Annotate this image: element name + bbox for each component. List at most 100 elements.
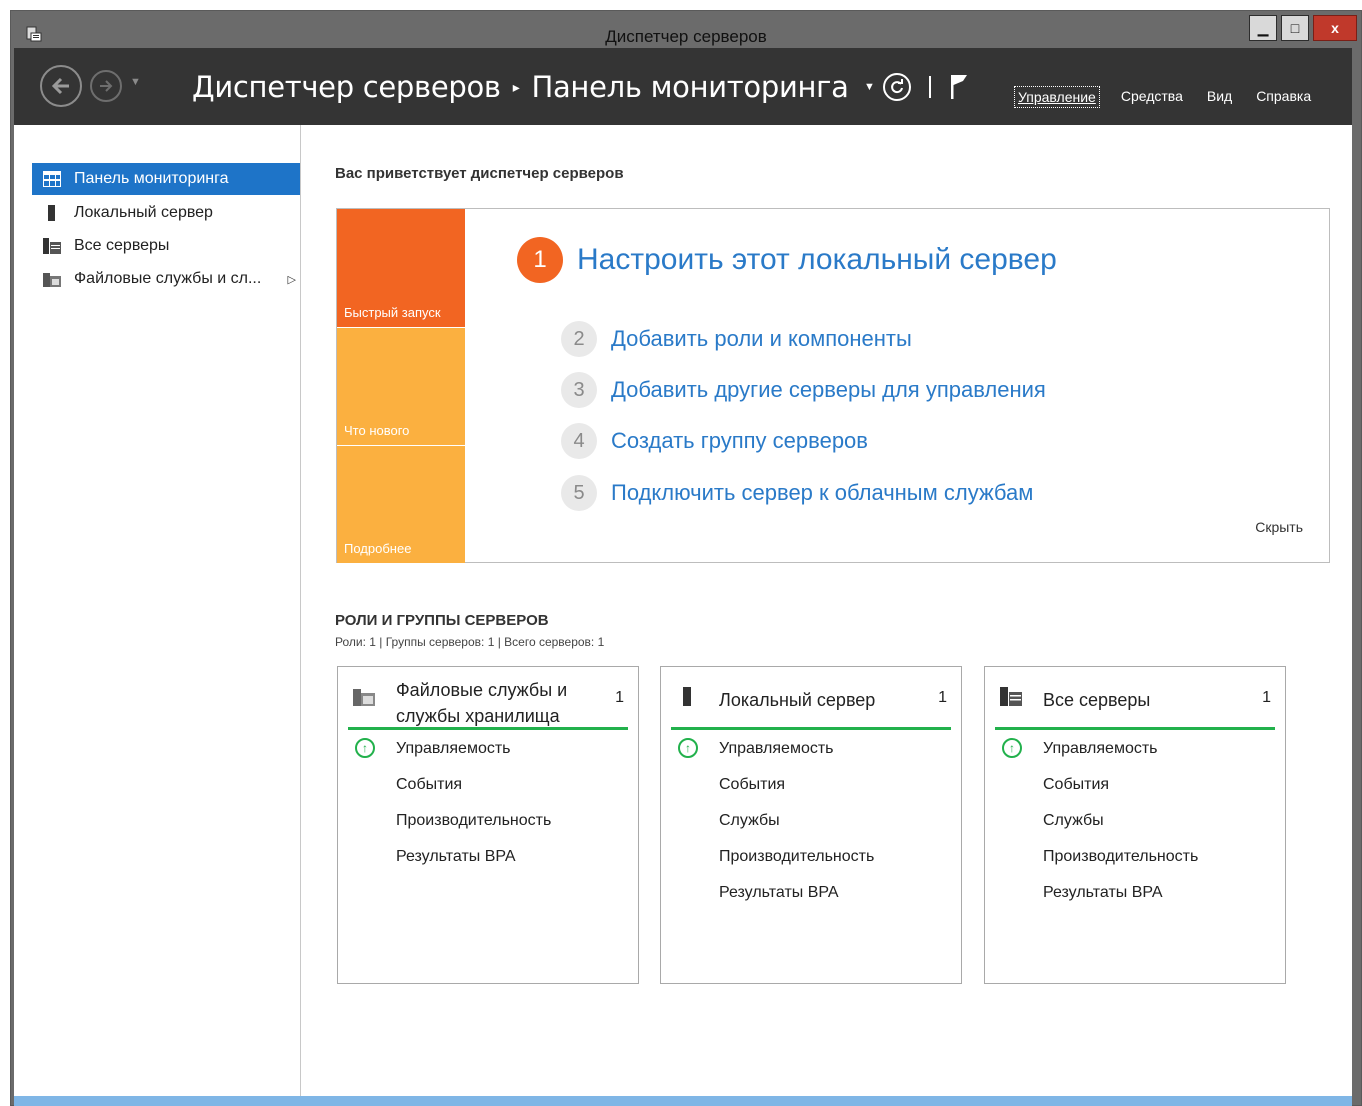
sidebar-item-all-servers[interactable]: Все серверы <box>32 230 300 262</box>
sidebar: Панель мониторинга Локальный сервер Все … <box>14 125 301 1096</box>
card-row-events[interactable]: События <box>719 776 785 794</box>
status-bar <box>671 727 951 730</box>
content-area: Панель мониторинга Локальный сервер Все … <box>14 125 1352 1096</box>
header-tools: ▼ <box>864 70 969 104</box>
tile-label: Быстрый запуск <box>344 305 441 320</box>
step-link[interactable]: Настроить этот локальный сервер <box>577 243 1057 277</box>
step-number-badge: 1 <box>517 237 563 283</box>
roles-summary: Роли: 1 | Группы серверов: 1 | Всего сер… <box>335 635 605 649</box>
status-ok-icon: ↑ <box>1002 738 1022 758</box>
breadcrumb-separator-icon: ▸ <box>512 80 520 96</box>
step-link[interactable]: Добавить другие серверы для управления <box>611 377 1046 403</box>
card-title[interactable]: Файловые службы и службы хранилища <box>396 677 596 729</box>
card-row-bpa[interactable]: Результаты BPA <box>396 848 516 866</box>
arrow-right-icon <box>100 80 113 92</box>
step-add-roles[interactable]: 2 Добавить роли и компоненты <box>561 321 912 357</box>
status-ok-icon: ↑ <box>355 738 375 758</box>
file-services-icon <box>43 273 61 287</box>
back-button[interactable] <box>40 65 82 107</box>
step-number-badge: 3 <box>561 372 597 408</box>
window-controls: ▁ □ x <box>1245 15 1357 41</box>
history-dropdown-icon[interactable]: ▼ <box>130 76 141 88</box>
card-row-performance[interactable]: Производительность <box>719 848 874 866</box>
breadcrumb-dropdown-icon[interactable]: ▼ <box>864 81 875 93</box>
step-add-servers[interactable]: 3 Добавить другие серверы для управления <box>561 372 1046 408</box>
menu-help[interactable]: Справка <box>1253 86 1314 108</box>
card-row-bpa[interactable]: Результаты BPA <box>1043 884 1163 902</box>
menu-tools[interactable]: Средства <box>1118 86 1186 108</box>
step-number-badge: 5 <box>561 475 597 511</box>
status-bar <box>348 727 628 730</box>
minimize-button[interactable]: ▁ <box>1249 15 1277 41</box>
menu-view[interactable]: Вид <box>1204 86 1235 108</box>
breadcrumb-current: Панель мониторинга <box>531 70 849 104</box>
card-row-performance[interactable]: Производительность <box>396 812 551 830</box>
server-icon <box>48 205 55 221</box>
server-icon <box>683 687 691 706</box>
card-row-manageability[interactable]: Управляемость <box>1043 740 1158 758</box>
step-link[interactable]: Добавить роли и компоненты <box>611 326 912 352</box>
window-bottom-edge <box>14 1096 1352 1106</box>
card-row-manageability[interactable]: Управляемость <box>719 740 834 758</box>
breadcrumb-root[interactable]: Диспетчер серверов <box>192 70 501 104</box>
tile-whats-new[interactable]: Что нового <box>337 328 465 445</box>
status-bar <box>995 727 1275 730</box>
main-menu: Управление Средства Вид Справка <box>1014 86 1332 108</box>
sidebar-item-label: Панель мониторинга <box>74 170 229 187</box>
dashboard-main: Вас приветствует диспетчер серверов Быст… <box>302 125 1352 1096</box>
sidebar-item-label: Все серверы <box>74 237 170 254</box>
sidebar-item-file-services[interactable]: Файловые службы и сл... ▷ <box>32 263 300 295</box>
quick-start-panel: Быстрый запуск Что нового Подробнее 1 На… <box>336 208 1330 563</box>
refresh-icon[interactable] <box>882 73 911 101</box>
hide-welcome-link[interactable]: Скрыть <box>1255 519 1303 535</box>
card-row-events[interactable]: События <box>396 776 462 794</box>
step-link[interactable]: Создать группу серверов <box>611 428 868 454</box>
step-link[interactable]: Подключить сервер к облачным службам <box>611 480 1033 506</box>
close-button[interactable]: x <box>1313 15 1357 41</box>
arrow-left-icon <box>51 77 69 95</box>
notifications-flag-icon[interactable] <box>949 73 969 101</box>
app-header: ▼ Диспетчер серверов ▸ Панель мониторинга … <box>14 48 1352 125</box>
card-row-services[interactable]: Службы <box>719 812 780 830</box>
maximize-button[interactable]: □ <box>1281 15 1309 41</box>
role-card-all-servers[interactable]: Все серверы 1 ↑ Управляемость События Сл… <box>984 666 1286 984</box>
status-ok-icon: ↑ <box>678 738 698 758</box>
sidebar-item-label: Файловые службы и сл... <box>74 270 262 287</box>
card-count[interactable]: 1 <box>615 689 624 707</box>
card-row-manageability[interactable]: Управляемость <box>396 740 511 758</box>
role-card-file-services[interactable]: Файловые службы и службы хранилища 1 ↑ У… <box>337 666 639 984</box>
sidebar-item-label: Локальный сервер <box>74 204 213 221</box>
file-services-icon <box>353 689 375 706</box>
card-row-services[interactable]: Службы <box>1043 812 1104 830</box>
breadcrumb: Диспетчер серверов ▸ Панель мониторинга <box>192 70 849 104</box>
sidebar-item-dashboard[interactable]: Панель мониторинга <box>32 163 300 195</box>
tile-learn-more[interactable]: Подробнее <box>337 446 465 563</box>
forward-button[interactable] <box>90 70 122 102</box>
roles-section-title: РОЛИ И ГРУППЫ СЕРВЕРОВ <box>335 612 549 629</box>
tile-quick-start[interactable]: Быстрый запуск <box>337 209 465 327</box>
step-number-badge: 4 <box>561 423 597 459</box>
tile-label: Что нового <box>344 423 410 438</box>
card-count[interactable]: 1 <box>1262 689 1271 707</box>
step-create-server-group[interactable]: 4 Создать группу серверов <box>561 423 868 459</box>
welcome-title: Вас приветствует диспетчер серверов <box>335 165 624 182</box>
role-card-local-server[interactable]: Локальный сервер 1 ↑ Управляемость Событ… <box>660 666 962 984</box>
step-configure-local-server[interactable]: 1 Настроить этот локальный сервер <box>517 237 1057 283</box>
card-row-performance[interactable]: Производительность <box>1043 848 1198 866</box>
refresh-arrows-icon <box>890 79 903 94</box>
step-connect-cloud[interactable]: 5 Подключить сервер к облачным службам <box>561 475 1033 511</box>
menu-manage[interactable]: Управление <box>1014 86 1100 108</box>
card-title[interactable]: Локальный сервер <box>719 687 919 713</box>
window-title: Диспетчер серверов <box>605 27 767 46</box>
card-row-events[interactable]: События <box>1043 776 1109 794</box>
expand-arrow-icon[interactable]: ▷ <box>288 273 296 286</box>
sidebar-item-local-server[interactable]: Локальный сервер <box>32 197 300 229</box>
step-number-badge: 2 <box>561 321 597 357</box>
card-title[interactable]: Все серверы <box>1043 687 1243 713</box>
toolbar-divider <box>928 76 931 98</box>
servers-icon <box>1000 687 1022 706</box>
servers-icon <box>43 238 61 254</box>
card-row-bpa[interactable]: Результаты BPA <box>719 884 839 902</box>
dashboard-grid-icon <box>43 171 61 187</box>
card-count[interactable]: 1 <box>938 689 947 707</box>
